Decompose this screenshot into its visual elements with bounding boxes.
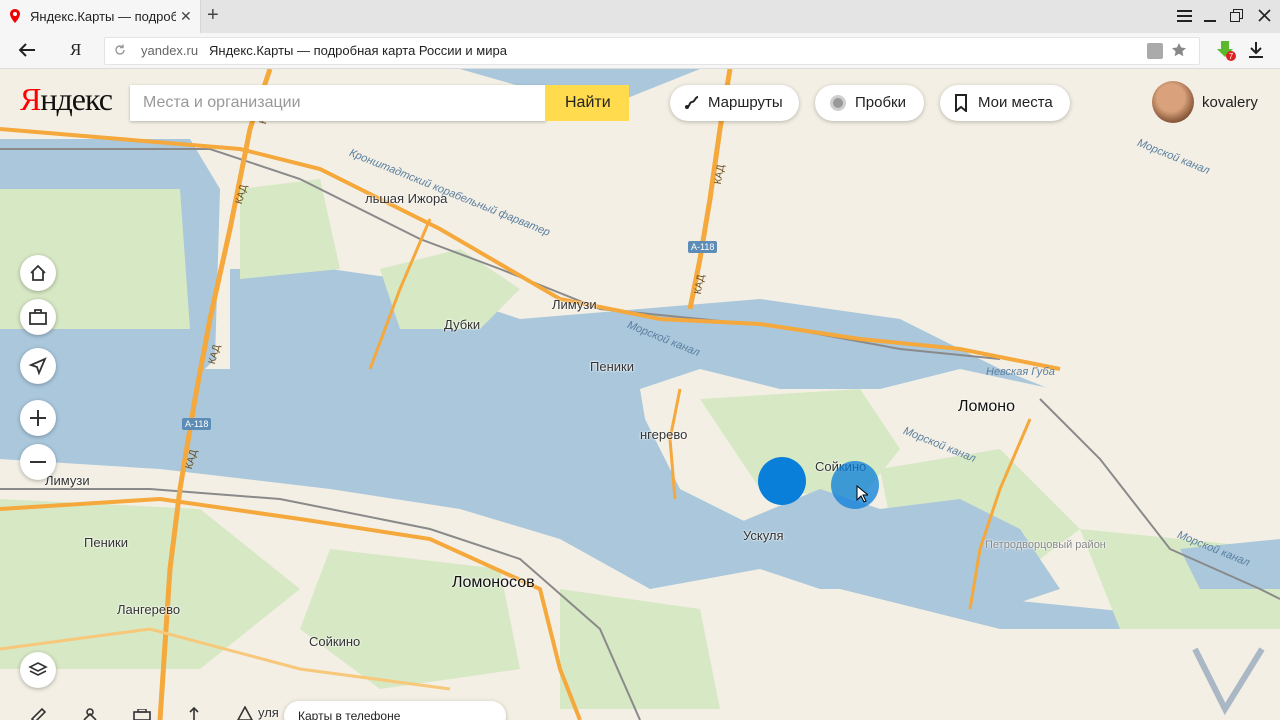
zoom-out-button[interactable] — [20, 444, 56, 480]
bookmark-icon — [955, 94, 967, 112]
traffic-button[interactable]: Пробки — [815, 85, 924, 121]
ruler-icon[interactable] — [30, 707, 46, 720]
label-petrodvortsovy: Петродворцовый район — [985, 539, 1106, 551]
bookmark-star-icon[interactable] — [1171, 42, 1187, 58]
url-field[interactable]: yandex.ru Яндекс.Карты — подробная карта… — [104, 37, 1200, 65]
extension-icon[interactable]: 7 — [1214, 39, 1236, 61]
routes-button[interactable]: Маршруты — [670, 85, 799, 121]
close-window-icon[interactable] — [1258, 9, 1271, 22]
back-arrow-icon[interactable] — [19, 43, 35, 57]
zoom-in-button[interactable] — [20, 400, 56, 436]
work-button[interactable] — [20, 299, 56, 335]
layers-button[interactable] — [20, 652, 56, 688]
phone-promo-button[interactable]: Карты в телефоне — [284, 701, 506, 720]
label-lomono-right: Ломоно — [958, 398, 1016, 415]
traffic-icon — [830, 95, 846, 111]
label-nevskaya-guba: Невская Губа — [986, 366, 1055, 378]
logo-first-letter: Я — [20, 81, 41, 117]
minimize-icon[interactable] — [1204, 10, 1216, 22]
layers-icon — [28, 662, 48, 676]
label-bolshaya-izhora: льшая Ижора — [365, 191, 448, 206]
label-langerevo-left: Лангерево — [117, 602, 181, 617]
new-tab-button[interactable]: + — [207, 4, 219, 27]
share-icon[interactable] — [187, 706, 201, 720]
my-places-label: Мои места — [978, 94, 1053, 111]
yandex-logo[interactable]: Яндекс — [20, 81, 113, 118]
route-icon — [685, 96, 699, 109]
routes-label: Маршруты — [708, 94, 783, 111]
home-button[interactable] — [20, 255, 56, 291]
address-bar: Я yandex.ru Яндекс.Карты — подробная кар… — [0, 33, 1280, 69]
locate-me-button[interactable] — [20, 348, 56, 384]
my-places-button[interactable]: Мои места — [940, 85, 1070, 121]
map-background[interactable] — [0, 69, 1280, 720]
navigation-arrow-icon — [28, 357, 47, 376]
map-canvas[interactable]: Кронштадтский корабельный фарватер льшая… — [0, 69, 1280, 720]
label-kulya: уля — [258, 705, 279, 720]
mouse-cursor-icon — [856, 485, 868, 503]
print-icon[interactable] — [133, 709, 151, 720]
url-page-title: Яндекс.Карты — подробная карта России и … — [209, 43, 507, 58]
reload-icon[interactable] — [114, 44, 126, 56]
label-langerevo-top: нгерево — [640, 427, 688, 442]
url-host: yandex.ru — [141, 43, 199, 58]
minus-icon — [30, 461, 46, 463]
close-tab-icon[interactable]: ✕ — [180, 8, 192, 25]
map-pin-icon — [10, 9, 20, 23]
browser-tab-bar: Яндекс.Карты — подробная карта России и … — [0, 0, 1280, 33]
road-shield-a118-2: A-118 — [182, 418, 212, 430]
browser-tab[interactable]: Яндекс.Карты — подробная карта России и … — [0, 0, 201, 33]
home-icon — [30, 264, 46, 281]
search-input[interactable]: Места и организации — [130, 85, 546, 121]
map-point-marker-hover[interactable] — [830, 460, 880, 510]
label-soykino-left: Сойкино — [309, 634, 361, 649]
warning-icon[interactable] — [237, 706, 253, 720]
lock-icon[interactable] — [1147, 43, 1163, 59]
label-lomonosov: Ломоносов — [452, 574, 535, 591]
road-shield-a118-1: A-118 — [688, 241, 718, 253]
svg-text:7: 7 — [1229, 52, 1234, 61]
logo-rest: ндекс — [40, 81, 113, 117]
username[interactable]: kovalery — [1202, 94, 1258, 111]
label-limuzi-left: Лимузи — [45, 473, 90, 488]
avatar[interactable] — [1152, 81, 1194, 123]
panorama-icon[interactable] — [82, 707, 98, 720]
search-button[interactable]: Найти — [545, 85, 629, 121]
menu-icon[interactable] — [1177, 10, 1192, 23]
search-button-label: Найти — [565, 94, 611, 111]
tab-title: Яндекс.Карты — подробная карта России и … — [30, 9, 176, 24]
download-icon[interactable] — [1249, 42, 1263, 58]
label-peniki-left: Пеники — [84, 535, 128, 550]
plus-icon — [30, 410, 46, 426]
traffic-label: Пробки — [855, 94, 906, 111]
label-dubki: Дубки — [444, 317, 481, 332]
map-point-marker[interactable] — [757, 456, 807, 506]
label-limuzi-top: Лимузи — [552, 297, 597, 312]
label-peniki-top: Пеники — [590, 359, 634, 374]
label-uskulya: Ускуля — [743, 528, 784, 543]
briefcase-icon — [29, 309, 47, 325]
restore-icon[interactable] — [1230, 9, 1244, 23]
yandex-button[interactable]: Я — [70, 40, 81, 60]
search-placeholder: Места и организации — [143, 94, 301, 111]
phone-promo-label: Карты в телефоне — [298, 709, 401, 720]
